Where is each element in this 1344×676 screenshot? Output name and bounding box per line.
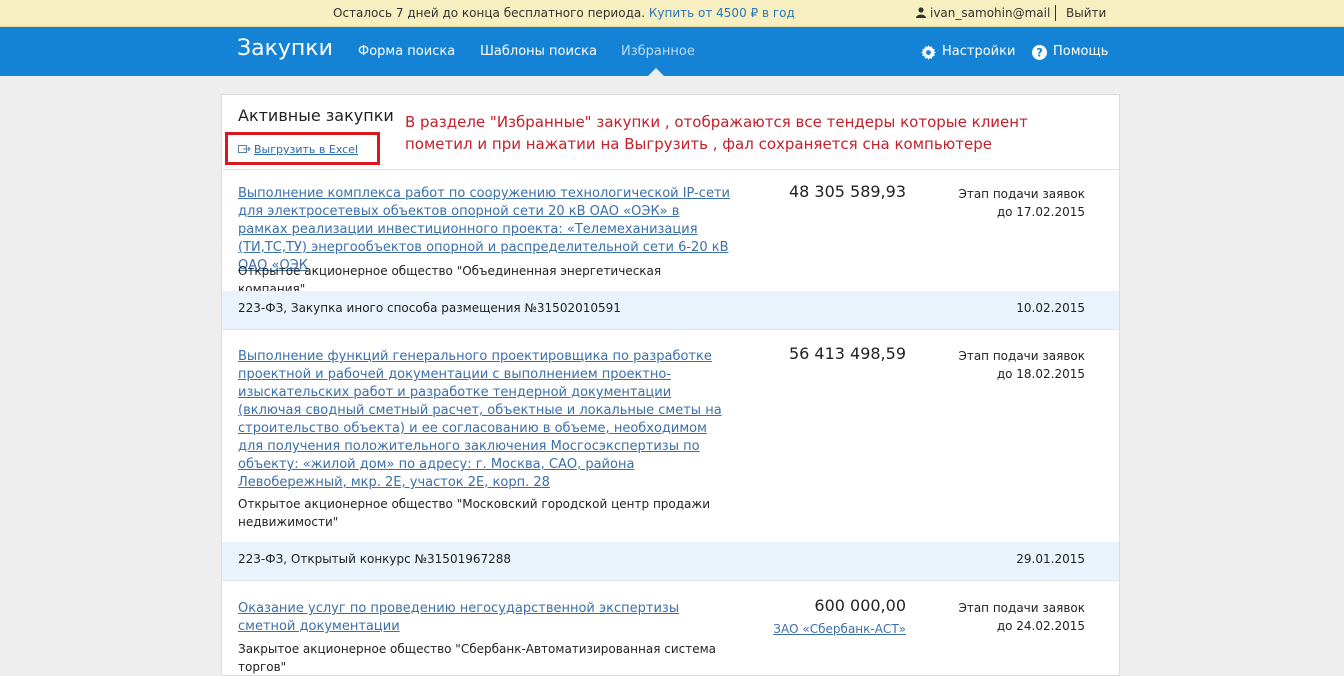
purchase-title[interactable]: Оказание услуг по проведению негосударст… bbox=[238, 600, 733, 636]
main-navbar: Закупки Форма поиска Шаблоны поиска Избр… bbox=[0, 27, 1344, 76]
question-icon: ? bbox=[1032, 45, 1047, 60]
stage-label: Этап подачи заявок bbox=[958, 349, 1085, 363]
stage-deadline: до 24.02.2015 bbox=[996, 619, 1085, 633]
purchase-price: 48 305 589,93 bbox=[788, 182, 906, 201]
purchase-platform[interactable]: ЗАО «Сбербанк-АСТ» bbox=[773, 622, 906, 636]
stage-deadline: до 18.02.2015 bbox=[996, 367, 1085, 381]
stage-deadline: до 17.02.2015 bbox=[996, 205, 1085, 219]
purchase-date: 10.02.2015 bbox=[1016, 301, 1085, 315]
purchase-meta-row: 223-ФЗ, Закупка иного способа размещения… bbox=[222, 291, 1119, 330]
nav-search-form[interactable]: Форма поиска bbox=[358, 44, 455, 59]
divider bbox=[1055, 5, 1056, 21]
svg-text:?: ? bbox=[1036, 47, 1043, 60]
nav-favorites[interactable]: Избранное bbox=[621, 44, 695, 59]
trial-text: Осталось 7 дней до конца бесплатного пер… bbox=[333, 6, 646, 20]
results-panel: Активные закупки Выгрузить в Excel В раз… bbox=[221, 94, 1120, 676]
stage-label: Этап подачи заявок bbox=[958, 601, 1085, 615]
stage-label: Этап подачи заявок bbox=[958, 187, 1085, 201]
purchase-stage: Этап подачи заявок до 24.02.2015 bbox=[958, 599, 1085, 635]
purchase-law: 223-ФЗ, Закупка иного способа размещения… bbox=[238, 301, 621, 315]
buy-link[interactable]: Купить от 4500 ₽ в год bbox=[649, 6, 795, 20]
active-tab-caret bbox=[648, 68, 664, 76]
settings-link[interactable]: Настройки bbox=[921, 44, 1015, 60]
help-label[interactable]: Помощь bbox=[1053, 44, 1108, 59]
trial-banner: Осталось 7 дней до конца бесплатного пер… bbox=[0, 0, 1344, 27]
trial-message: Осталось 7 дней до конца бесплатного пер… bbox=[333, 0, 795, 26]
help-link[interactable]: ? Помощь bbox=[1032, 44, 1108, 60]
nav-search-templates[interactable]: Шаблоны поиска bbox=[480, 44, 597, 59]
purchase-price: 600 000,00 bbox=[814, 596, 906, 615]
user-icon bbox=[916, 7, 926, 18]
purchase-title[interactable]: Выполнение функций генерального проектир… bbox=[238, 348, 733, 492]
export-label[interactable]: Выгрузить в Excel bbox=[254, 143, 358, 156]
logout-link[interactable]: Выйти bbox=[1066, 0, 1106, 26]
user-account[interactable]: ivan_samohin@mail bbox=[916, 0, 1050, 26]
purchase-stage: Этап подачи заявок до 17.02.2015 bbox=[958, 185, 1085, 221]
export-icon bbox=[238, 145, 251, 153]
annotation-note: В разделе "Избранные" закупки , отобража… bbox=[405, 113, 1028, 153]
gear-icon bbox=[921, 45, 936, 60]
settings-label[interactable]: Настройки bbox=[942, 44, 1015, 59]
purchase-customer: Открытое акционерное общество "Московски… bbox=[238, 497, 711, 529]
export-excel-button[interactable]: Выгрузить в Excel bbox=[238, 143, 358, 156]
purchase-meta-row: 223-ФЗ, Открытый конкурс №31501967288 29… bbox=[222, 542, 1119, 581]
panel-header: Активные закупки Выгрузить в Excel В раз… bbox=[222, 95, 1119, 170]
user-name[interactable]: ivan_samohin@mail bbox=[930, 6, 1050, 20]
purchase-date: 29.01.2015 bbox=[1016, 552, 1085, 566]
purchase-price: 56 413 498,59 bbox=[788, 344, 906, 363]
purchase-stage: Этап подачи заявок до 18.02.2015 bbox=[958, 347, 1085, 383]
export-highlight-box: Выгрузить в Excel bbox=[225, 132, 380, 165]
purchase-law: 223-ФЗ, Открытый конкурс №31501967288 bbox=[238, 552, 512, 566]
page-title: Активные закупки bbox=[238, 106, 394, 125]
brand-logo[interactable]: Закупки bbox=[237, 36, 333, 61]
purchase-customer: Закрытое акционерное общество "Сбербанк-… bbox=[238, 642, 717, 674]
